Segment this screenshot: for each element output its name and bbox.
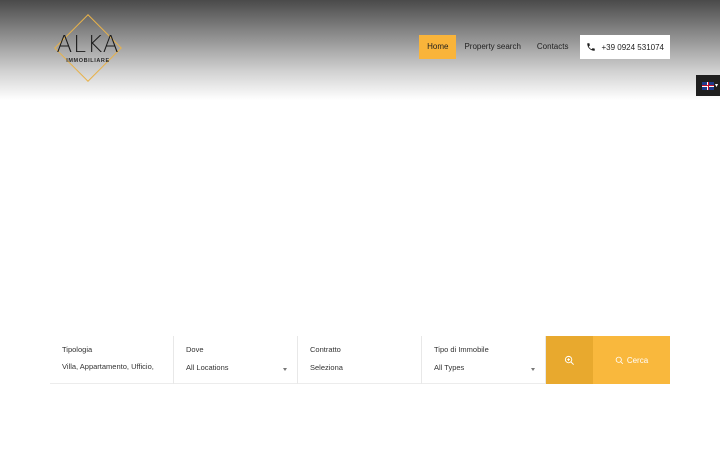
site-logo[interactable]: ALKA IMMOBILIARE xyxy=(50,10,126,86)
caret-down-icon xyxy=(283,368,287,371)
nav-item-home[interactable]: Home xyxy=(419,35,457,59)
field-tipo-immobile[interactable]: Tipo di Immobile All Types xyxy=(422,336,546,384)
language-switcher[interactable]: ▾ xyxy=(696,75,720,96)
search-button-label: Cerca xyxy=(626,355,649,365)
nav-item-contacts[interactable]: Contacts xyxy=(529,35,577,59)
search-icon xyxy=(615,356,623,364)
search-button[interactable]: Cerca xyxy=(593,336,670,384)
advanced-search-button[interactable] xyxy=(546,336,593,384)
field-label: Contratto xyxy=(310,345,341,354)
caret-down-icon xyxy=(531,368,535,371)
contratto-select-value[interactable]: Seleziona xyxy=(310,363,409,372)
property-search-bar: Tipologia Villa, Appartamento, Ufficio, … xyxy=(50,336,670,384)
zoom-in-icon xyxy=(564,355,574,365)
phone-link[interactable]: +39 0924 531074 xyxy=(580,35,670,59)
phone-number: +39 0924 531074 xyxy=(601,42,664,52)
uk-flag-icon xyxy=(702,81,714,90)
field-dove[interactable]: Dove All Locations xyxy=(174,336,298,384)
tipo-immobile-select-value[interactable]: All Types xyxy=(434,363,533,372)
nav-item-property-search[interactable]: Property search xyxy=(456,35,528,59)
field-tipologia[interactable]: Tipologia Villa, Appartamento, Ufficio, xyxy=(50,336,174,384)
dove-select-value[interactable]: All Locations xyxy=(186,363,285,372)
field-label: Tipologia xyxy=(62,345,93,354)
phone-icon xyxy=(587,43,596,51)
logo-subtitle: IMMOBILIARE xyxy=(66,58,110,64)
logo-wordmark: ALKA xyxy=(56,32,120,58)
field-contratto[interactable]: Contratto Seleziona xyxy=(298,336,422,384)
field-label: Tipo di Immobile xyxy=(434,345,489,354)
field-label: Dove xyxy=(186,345,204,354)
tipologia-input[interactable]: Villa, Appartamento, Ufficio, xyxy=(62,362,161,371)
main-nav: Home Property search Contacts +39 0924 5… xyxy=(419,35,670,59)
chevron-down-icon: ▾ xyxy=(715,83,719,89)
